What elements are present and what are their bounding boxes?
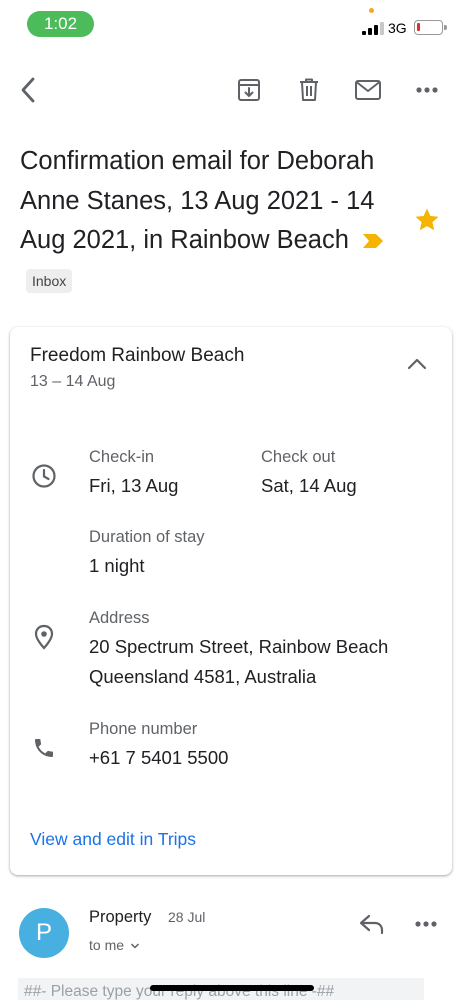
network-type: 3G bbox=[388, 20, 407, 36]
trash-icon bbox=[300, 78, 318, 101]
home-indicator[interactable] bbox=[150, 985, 314, 991]
mail-icon bbox=[355, 80, 381, 100]
more-horiz-icon[interactable] bbox=[414, 912, 438, 936]
location-pin-icon bbox=[30, 623, 58, 651]
email-subject: Confirmation email for Deborah Anne Stan… bbox=[20, 142, 400, 300]
cellular-signal-icon bbox=[362, 22, 384, 35]
importance-marker-icon[interactable] bbox=[362, 233, 384, 249]
avatar[interactable]: P bbox=[19, 908, 69, 958]
address-line-2[interactable]: Queensland 4581, Australia bbox=[89, 662, 316, 692]
mark-unread-button[interactable] bbox=[352, 74, 384, 106]
phone-icon bbox=[30, 734, 58, 762]
checkin-label: Check-in bbox=[89, 448, 155, 466]
archive-button[interactable] bbox=[233, 74, 265, 106]
more-horiz-icon bbox=[416, 87, 438, 93]
toolbar bbox=[0, 68, 462, 112]
hotel-name: Freedom Rainbow Beach bbox=[30, 345, 245, 366]
view-in-trips-link[interactable]: View and edit in Trips bbox=[30, 829, 196, 850]
label-chip-inbox[interactable]: Inbox bbox=[26, 268, 73, 293]
status-time: 1:02 bbox=[27, 11, 94, 37]
phone-value[interactable]: +61 7 5401 5500 bbox=[89, 743, 228, 773]
address-line-1[interactable]: 20 Spectrum Street, Rainbow Beach bbox=[89, 632, 388, 662]
subject-text: Confirmation email for Deborah Anne Stan… bbox=[20, 147, 375, 254]
checkout-value: Sat, 14 Aug bbox=[261, 475, 357, 496]
battery-icon bbox=[414, 20, 447, 35]
checkin-value: Fri, 13 Aug bbox=[89, 475, 179, 496]
reply-icon[interactable] bbox=[358, 912, 386, 936]
more-options-button[interactable] bbox=[411, 74, 443, 106]
duration-value: 1 night bbox=[89, 555, 145, 576]
chevron-down-icon bbox=[130, 943, 139, 949]
back-button[interactable] bbox=[12, 74, 44, 106]
clock-icon bbox=[30, 462, 58, 490]
phone-label: Phone number bbox=[89, 720, 198, 738]
microphone-indicator-icon bbox=[369, 8, 374, 13]
star-icon[interactable] bbox=[414, 207, 440, 233]
chevron-up-icon[interactable] bbox=[406, 357, 428, 371]
checkout-label: Check out bbox=[261, 448, 336, 466]
stay-dates: 13 – 14 Aug bbox=[30, 373, 116, 390]
recipient-text: to me bbox=[89, 937, 125, 953]
recipient-details[interactable]: to me bbox=[89, 937, 140, 953]
sender-name: Property bbox=[89, 908, 152, 926]
delete-button[interactable] bbox=[293, 74, 325, 106]
reservation-card: Freedom Rainbow Beach 13 – 14 Aug Check-… bbox=[10, 327, 452, 875]
archive-icon bbox=[238, 79, 260, 101]
duration-label: Duration of stay bbox=[89, 528, 205, 546]
status-bar: 1:02 3G bbox=[0, 0, 462, 48]
address-label: Address bbox=[89, 609, 150, 627]
message-date: 28 Jul bbox=[168, 909, 206, 925]
chevron-left-icon bbox=[21, 77, 35, 103]
